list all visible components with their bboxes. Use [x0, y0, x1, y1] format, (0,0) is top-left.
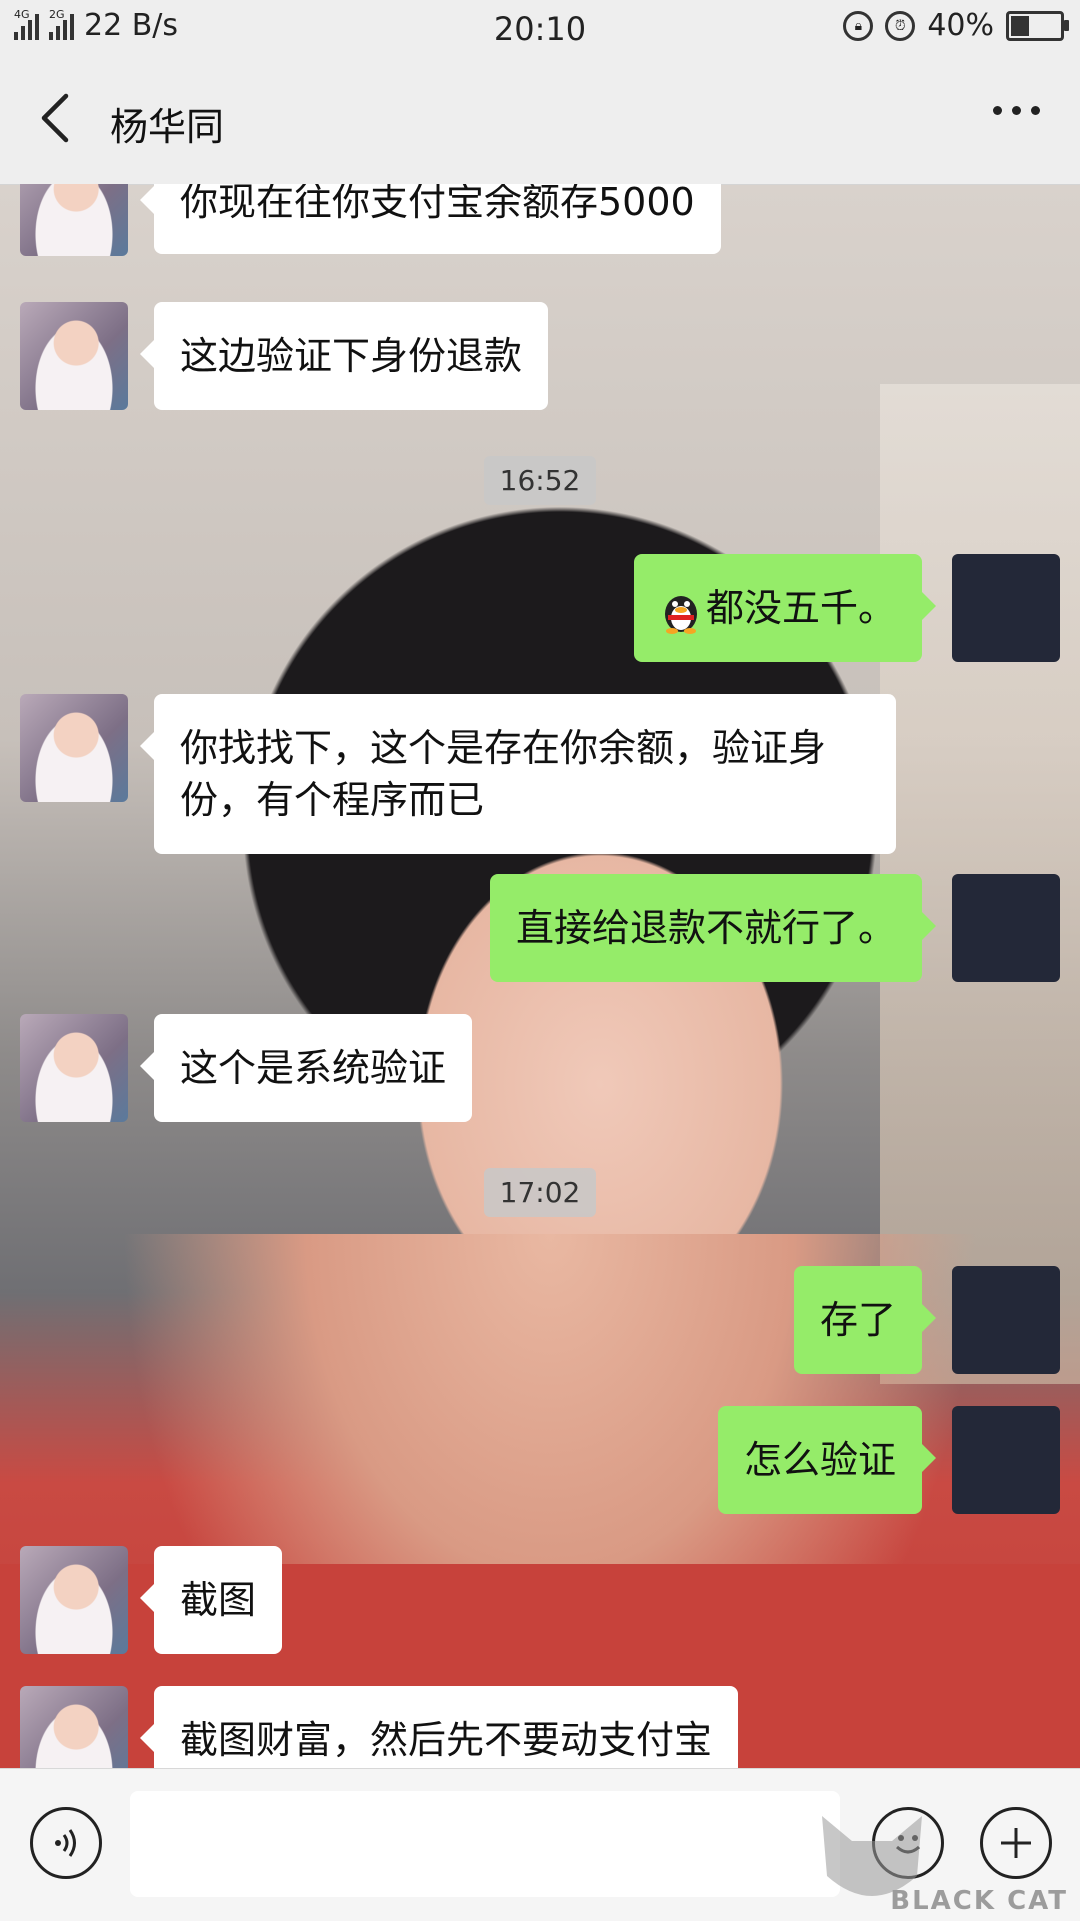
- message-bubble[interactable]: 你找找下，这个是存在你余额，验证身份，有个程序而已: [140, 694, 896, 854]
- contact-avatar[interactable]: [20, 1014, 128, 1122]
- contact-avatar[interactable]: [20, 1686, 128, 1768]
- message-bubble[interactable]: 直接给退款不就行了。: [489, 874, 937, 982]
- message-incoming: 你找找下，这个是存在你余额，验证身份，有个程序而已: [20, 694, 896, 854]
- my-avatar[interactable]: [952, 554, 1060, 662]
- message-text: 都没五千。: [705, 586, 896, 630]
- voice-input-button[interactable]: [30, 1807, 102, 1879]
- message-bubble[interactable]: 怎么验证: [717, 1406, 937, 1514]
- lock-rotation-icon: 🔒︎: [843, 10, 874, 41]
- message-input[interactable]: [130, 1791, 840, 1897]
- contact-avatar[interactable]: [20, 1546, 128, 1654]
- qq-penguin-emoji-icon: [664, 595, 697, 634]
- message-outgoing: 怎么验证: [717, 1406, 1060, 1514]
- message-bubble[interactable]: 都没五千。: [633, 554, 937, 662]
- message-bubble[interactable]: 截图: [139, 1546, 283, 1654]
- my-avatar[interactable]: [952, 1266, 1060, 1374]
- battery-icon: [1006, 10, 1069, 41]
- back-arrow-icon[interactable]: [36, 92, 76, 144]
- message-outgoing: 都没五千。: [633, 554, 1060, 662]
- message-bubble[interactable]: 存了: [793, 1266, 937, 1374]
- status-bar: 4G 2G 22 B/s 20:10 🔒︎ ⏰︎ 40%: [0, 0, 1080, 54]
- message-bubble[interactable]: 截图财富，然后先不要动支付宝: [139, 1686, 739, 1768]
- my-avatar[interactable]: [952, 1406, 1060, 1514]
- my-avatar[interactable]: [952, 874, 1060, 982]
- chat-header: 杨华同: [0, 54, 1080, 185]
- message-incoming: 截图财富，然后先不要动支付宝: [20, 1686, 739, 1768]
- voice-icon: [55, 1829, 76, 1857]
- timestamp: 16:52: [0, 456, 1080, 505]
- message-incoming: 你现在往你支付宝余额存5000: [20, 184, 721, 256]
- contact-avatar[interactable]: [20, 694, 128, 802]
- message-list[interactable]: 你现在往你支付宝余额存5000 这边验证下身份退款 16:52 都没五千。 你找…: [0, 184, 1080, 1768]
- contact-avatar[interactable]: [20, 302, 128, 410]
- message-bubble[interactable]: 这个是系统验证: [139, 1014, 473, 1122]
- blackcat-watermark: BLACK CAT: [812, 1806, 1072, 1920]
- message-incoming: 这边验证下身份退款: [20, 302, 549, 410]
- timestamp-label: 17:02: [483, 1168, 597, 1217]
- message-incoming: 截图: [20, 1546, 283, 1654]
- message-outgoing: 存了: [793, 1266, 1060, 1374]
- alarm-icon: ⏰︎: [885, 10, 916, 41]
- timestamp-label: 16:52: [483, 456, 597, 505]
- timestamp: 17:02: [0, 1168, 1080, 1217]
- more-options-icon[interactable]: [993, 106, 1040, 115]
- watermark-text: BLACK CAT: [890, 1886, 1068, 1916]
- battery-percent: 40%: [927, 8, 994, 43]
- message-bubble[interactable]: 你现在往你支付宝余额存5000: [140, 184, 721, 254]
- message-incoming: 这个是系统验证: [20, 1014, 473, 1122]
- message-bubble[interactable]: 这边验证下身份退款: [139, 302, 549, 410]
- contact-name: 杨华同: [110, 105, 225, 149]
- contact-avatar[interactable]: [20, 184, 128, 256]
- message-outgoing: 直接给退款不就行了。: [489, 874, 1060, 982]
